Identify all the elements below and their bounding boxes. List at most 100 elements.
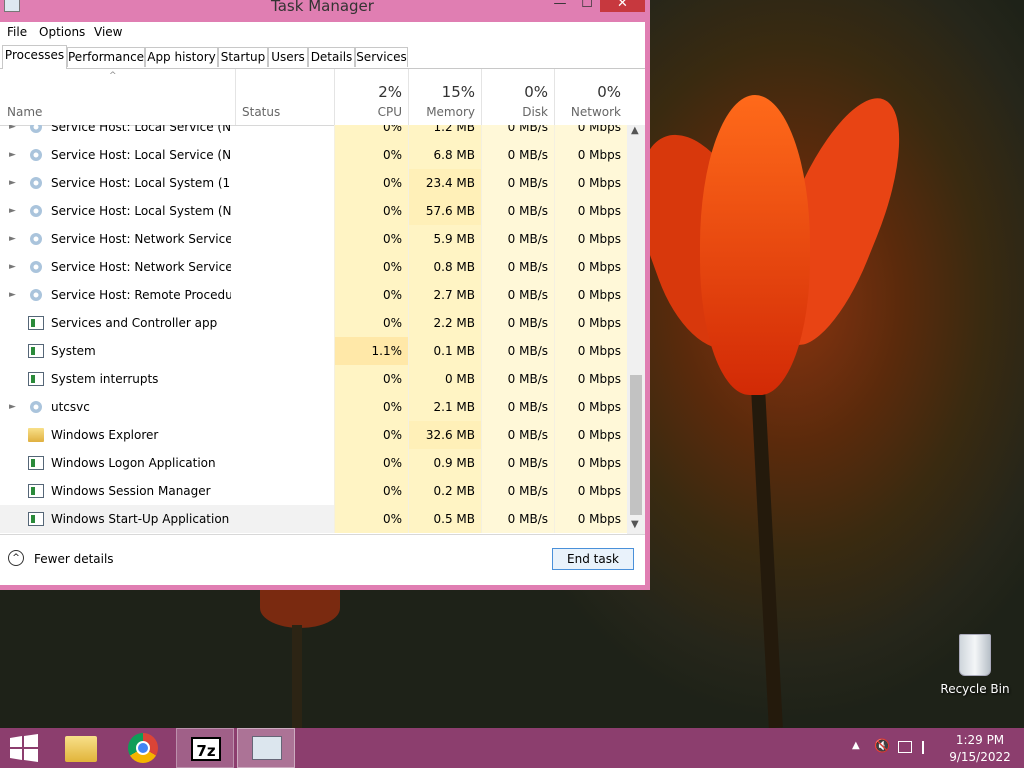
- client-area: File Options View Processes Performance …: [0, 22, 645, 585]
- tab-processes[interactable]: Processes: [2, 45, 67, 69]
- expand-icon[interactable]: ►: [9, 393, 16, 421]
- expand-icon[interactable]: ►: [9, 197, 16, 225]
- show-hidden-icons-icon[interactable]: ▲: [852, 740, 860, 751]
- column-memory[interactable]: 15% Memory: [408, 69, 481, 125]
- process-status: [235, 449, 334, 477]
- tab-services[interactable]: Services: [355, 47, 408, 67]
- process-list: ►Service Host: Local Service (No I...0%1…: [0, 125, 627, 534]
- taskbar-chrome[interactable]: [114, 728, 172, 768]
- menu-file[interactable]: File: [7, 25, 27, 39]
- gear-icon: [28, 204, 44, 218]
- process-cpu: 0%: [334, 141, 408, 169]
- taskbar-7zip[interactable]: 7z: [176, 728, 234, 768]
- process-network: 0 Mbps: [554, 125, 627, 141]
- table-row[interactable]: ► Service Host: Network Service (... 0%0.8…: [0, 253, 627, 281]
- scroll-down-icon[interactable]: ▼: [631, 519, 639, 530]
- table-row[interactable]: ► Service Host: Local Service (No ... 0%6.…: [0, 141, 627, 169]
- start-button[interactable]: [0, 728, 58, 768]
- table-row[interactable]: ► Service Host: Network Service (5) 0%5.9 …: [0, 225, 627, 253]
- scroll-thumb[interactable]: [630, 375, 642, 515]
- expand-icon[interactable]: ►: [9, 225, 16, 253]
- maximize-button[interactable]: ☐: [575, 0, 599, 12]
- taskbar-file-explorer[interactable]: [52, 728, 110, 768]
- action-center-icon[interactable]: [922, 741, 936, 754]
- process-disk: 0 MB/s: [481, 449, 554, 477]
- tab-details[interactable]: Details: [308, 47, 355, 67]
- network-icon[interactable]: [898, 741, 912, 753]
- app-window-icon: [28, 456, 44, 470]
- expand-icon[interactable]: ►: [9, 281, 16, 309]
- table-row[interactable]: Windows Start-Up Application 0% 0.5 MB 0 MB…: [0, 505, 627, 533]
- expand-icon[interactable]: ►: [9, 141, 16, 169]
- column-disk[interactable]: 0% Disk: [481, 69, 554, 125]
- memory-total: 15%: [441, 83, 475, 101]
- expand-icon[interactable]: ►: [9, 253, 16, 281]
- table-row[interactable]: Windows Session Manager 0% 0.2 MB 0 MB/s 0 M…: [0, 477, 627, 505]
- clock-time[interactable]: 1:29 PM: [940, 733, 1020, 747]
- table-row[interactable]: ► Service Host: Local System (Net... 0%57.…: [0, 197, 627, 225]
- menu-view[interactable]: View: [94, 25, 122, 39]
- end-task-button[interactable]: End task: [552, 548, 634, 570]
- table-row[interactable]: ► Service Host: Remote Procedure... 0%2.7 …: [0, 281, 627, 309]
- process-status: [235, 477, 334, 505]
- process-network: 0 Mbps: [554, 421, 627, 449]
- process-cpu: 0%: [334, 253, 408, 281]
- gear-icon: [28, 176, 44, 190]
- vertical-scrollbar[interactable]: ▲ ▼: [627, 125, 645, 534]
- expand-icon[interactable]: ►: [9, 169, 16, 197]
- column-cpu[interactable]: 2% CPU: [334, 69, 408, 125]
- process-cpu: 0%: [334, 197, 408, 225]
- process-memory: 6.8 MB: [408, 141, 481, 169]
- process-cpu: 0%: [334, 505, 408, 533]
- taskbar-task-manager[interactable]: [237, 728, 295, 768]
- tab-startup[interactable]: Startup: [218, 47, 268, 67]
- table-row[interactable]: ► utcsvc 0% 2.1 MB 0 MB/s 0 Mbps: [0, 393, 627, 421]
- process-cpu: 0%: [334, 393, 408, 421]
- column-disk-label: Disk: [522, 105, 548, 119]
- process-cpu: 0%: [334, 449, 408, 477]
- table-row[interactable]: ► Service Host: Local Service (No I... 0%1…: [0, 125, 627, 141]
- process-name: Windows Start-Up Application: [51, 512, 230, 526]
- footer: ^ Fewer details End task: [0, 534, 645, 585]
- clock-date[interactable]: 9/15/2022: [940, 750, 1020, 764]
- column-network[interactable]: 0% Network: [554, 69, 627, 125]
- fewer-details-link[interactable]: Fewer details: [34, 552, 114, 566]
- process-name: Service Host: Network Service (...: [51, 260, 231, 274]
- table-row[interactable]: ► Service Host: Local System (15) 0% 23.4 M…: [0, 169, 627, 197]
- tab-app-history[interactable]: App history: [145, 47, 218, 67]
- table-row[interactable]: System interrupts 0% 0 MB 0 MB/s 0 Mbps: [0, 365, 627, 393]
- process-cpu: 0%: [334, 169, 408, 197]
- menu-options[interactable]: Options: [39, 25, 85, 39]
- minimize-button[interactable]: —: [548, 0, 572, 12]
- chevron-up-icon[interactable]: ^: [8, 550, 24, 566]
- windows-logo-icon: [10, 734, 38, 762]
- process-network: 0 Mbps: [554, 281, 627, 309]
- process-network: 0 Mbps: [554, 253, 627, 281]
- process-name: Services and Controller app: [51, 316, 218, 330]
- scroll-up-icon[interactable]: ▲: [631, 125, 639, 136]
- recycle-bin[interactable]: Recycle Bin: [940, 630, 1010, 700]
- process-name: Windows Session Manager: [51, 484, 211, 498]
- tab-users[interactable]: Users: [268, 47, 308, 67]
- process-memory: 0.2 MB: [408, 477, 481, 505]
- column-status-label: Status: [242, 105, 281, 119]
- process-status: [235, 281, 334, 309]
- volume-muted-icon[interactable]: 🔇: [874, 739, 890, 754]
- table-row[interactable]: Windows Logon Application 0% 0.9 MB 0 MB/s 0…: [0, 449, 627, 477]
- table-row[interactable]: System 1.1% 0.1 MB 0 MB/s 0 Mbps: [0, 337, 627, 365]
- title-bar[interactable]: Task Manager — ☐ ✕: [0, 0, 650, 16]
- expand-icon[interactable]: ►: [9, 125, 16, 141]
- close-button[interactable]: ✕: [600, 0, 645, 12]
- task-manager-icon: [252, 736, 282, 760]
- process-cpu: 0%: [334, 477, 408, 505]
- tab-performance[interactable]: Performance: [67, 47, 145, 67]
- column-status[interactable]: Status: [235, 69, 334, 125]
- process-memory: 2.7 MB: [408, 281, 481, 309]
- column-name[interactable]: ^ Name: [0, 69, 235, 125]
- table-row[interactable]: Windows Explorer 0% 32.6 MB 0 MB/s 0 Mbps: [0, 421, 627, 449]
- table-row[interactable]: Services and Controller app 0% 2.2 MB 0 MB/…: [0, 309, 627, 337]
- process-cpu: 0%: [334, 281, 408, 309]
- process-network: 0 Mbps: [554, 365, 627, 393]
- process-network: 0 Mbps: [554, 309, 627, 337]
- column-name-label: Name: [7, 105, 43, 119]
